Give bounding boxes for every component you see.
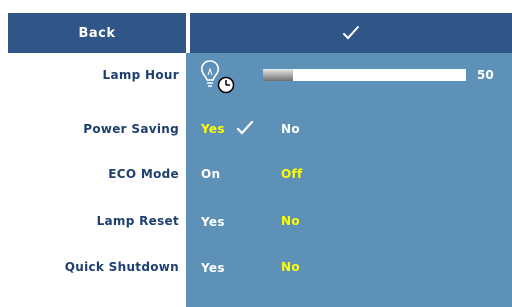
eco-mode-option-off[interactable]: Off: [281, 166, 303, 182]
lamp-hour-value: 50: [477, 68, 494, 82]
eco-mode-option-on[interactable]: On: [201, 166, 220, 182]
check-icon: [236, 120, 254, 135]
lamp-reset-option-yes[interactable]: Yes: [201, 214, 225, 230]
quick-shutdown-option-no[interactable]: No: [281, 259, 300, 275]
power-saving-label: Power Saving: [83, 122, 179, 136]
lamp-reset-label: Lamp Reset: [96, 214, 179, 228]
projector-osd-menu: Back Lamp Hour 50 Power Saving Yes No EC…: [0, 0, 512, 307]
lamp-hour-label: Lamp Hour: [102, 68, 179, 82]
lamp-reset-option-no[interactable]: No: [281, 213, 300, 229]
eco-mode-label: ECO Mode: [108, 167, 179, 181]
power-saving-option-yes[interactable]: Yes: [201, 121, 225, 137]
back-label: Back: [78, 25, 116, 41]
back-button[interactable]: Back: [8, 13, 186, 53]
lamp-hour-bar: [263, 69, 466, 81]
power-saving-option-no[interactable]: No: [281, 121, 300, 137]
lamp-clock-icon: [201, 60, 235, 94]
quick-shutdown-option-yes[interactable]: Yes: [201, 260, 225, 276]
quick-shutdown-label: Quick Shutdown: [64, 260, 179, 274]
lamp-hour-bar-fill: [263, 69, 294, 81]
check-icon: [343, 26, 359, 40]
menu-header: Back: [8, 13, 512, 53]
confirm-button[interactable]: [190, 13, 512, 53]
